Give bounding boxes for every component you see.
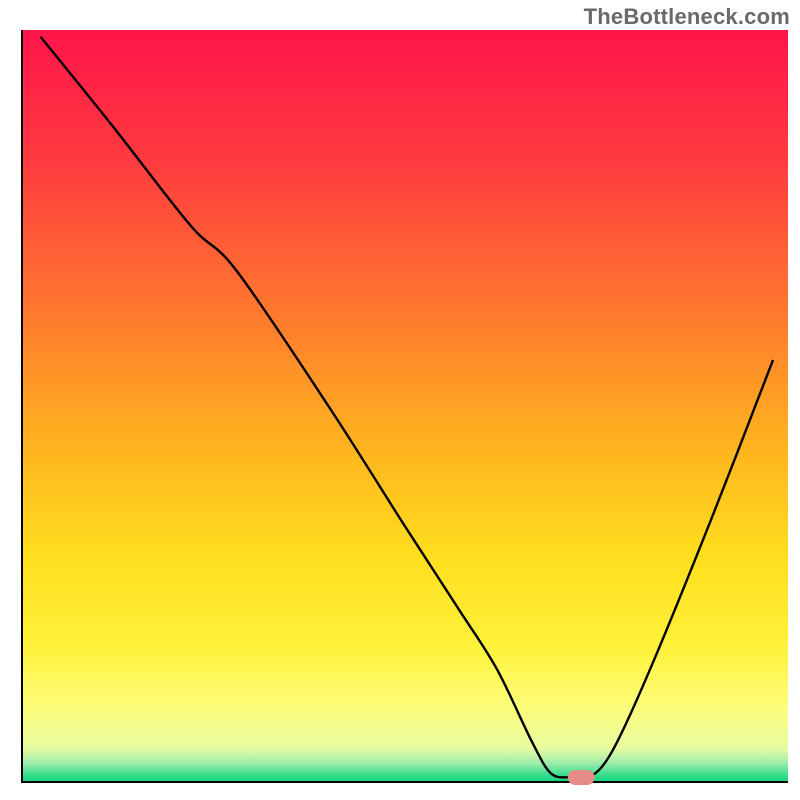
optimal-marker (568, 770, 595, 785)
watermark-label: TheBottleneck.com (584, 4, 790, 30)
chart-container: TheBottleneck.com (0, 0, 800, 800)
bottleneck-chart (0, 0, 800, 800)
plot-background (22, 30, 788, 782)
